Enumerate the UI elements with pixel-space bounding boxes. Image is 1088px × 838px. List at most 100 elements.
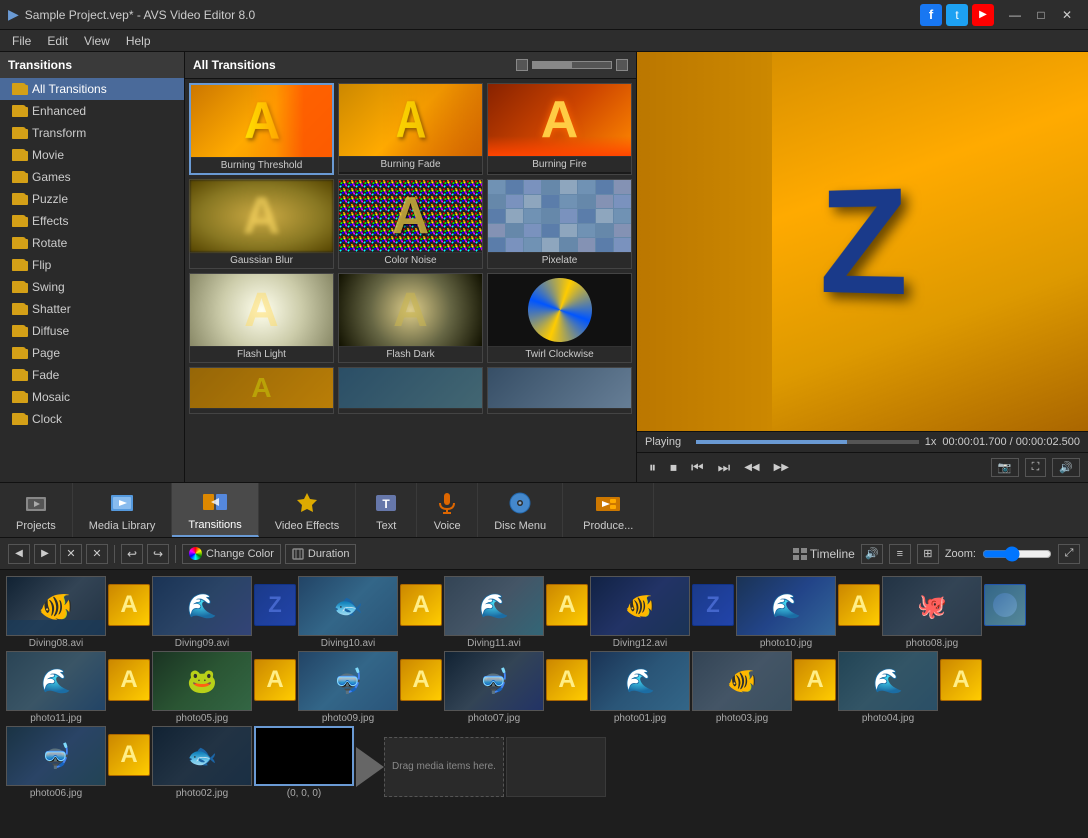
transition-flash-dark[interactable]: A Flash Dark: [338, 273, 483, 363]
transition-flash-light[interactable]: A Flash Light: [189, 273, 334, 363]
youtube-icon[interactable]: ▶: [972, 4, 994, 26]
menu-help[interactable]: Help: [118, 32, 159, 50]
snapshot-button[interactable]: 📷: [991, 458, 1019, 477]
close-button[interactable]: ✕: [1054, 2, 1080, 28]
minimize-button[interactable]: —: [1002, 2, 1028, 28]
change-color-button[interactable]: Change Color: [182, 544, 281, 564]
media-item-photo07[interactable]: 🤿 photo07.jpg: [444, 651, 544, 724]
nav-x-button[interactable]: ✕: [60, 544, 82, 564]
toolbar-media-library[interactable]: Media Library: [73, 483, 173, 537]
media-transition-14[interactable]: A: [108, 734, 150, 799]
media-item-photo02[interactable]: 🐟 photo02.jpg: [152, 726, 252, 799]
transitions-grid-scroll[interactable]: A Burning Threshold A Burning Fade: [185, 79, 636, 482]
sidebar-item-mosaic[interactable]: Mosaic: [0, 386, 184, 408]
view-mode-button[interactable]: ⊞: [917, 544, 939, 564]
frame-back-button[interactable]: ◀◀: [740, 457, 763, 478]
transition-extra-2[interactable]: [338, 367, 483, 414]
media-item-photo08[interactable]: 🐙 photo08.jpg: [882, 576, 982, 649]
toolbar-disc-menu[interactable]: Disc Menu: [478, 483, 563, 537]
menu-file[interactable]: File: [4, 32, 39, 50]
media-transition-3[interactable]: A: [400, 584, 442, 649]
transition-twirl-clockwise[interactable]: Twirl Clockwise: [487, 273, 632, 363]
media-item-photo03[interactable]: 🐠 photo03.jpg: [692, 651, 792, 724]
nav-fwd-button[interactable]: ▶: [34, 544, 56, 564]
media-item-photo04[interactable]: 🌊 photo04.jpg: [838, 651, 938, 724]
media-item-photo09[interactable]: 🤿 photo09.jpg: [298, 651, 398, 724]
zoom-slider-control[interactable]: [532, 61, 612, 69]
zoom-slider[interactable]: [982, 546, 1052, 562]
nav-del-button[interactable]: ✕: [86, 544, 108, 564]
media-transition-9[interactable]: A: [254, 659, 296, 724]
media-item-diving09[interactable]: 🌊 Diving09.avi: [152, 576, 252, 649]
view-large-icon[interactable]: [616, 59, 628, 71]
sidebar-item-all-transitions[interactable]: All Transitions: [0, 78, 184, 100]
sidebar-item-movie[interactable]: Movie: [0, 144, 184, 166]
sidebar-item-effects[interactable]: Effects: [0, 210, 184, 232]
menu-view[interactable]: View: [76, 32, 118, 50]
media-item-photo10[interactable]: 🌊 photo10.jpg: [736, 576, 836, 649]
transition-gaussian-blur[interactable]: A Gaussian Blur: [189, 179, 334, 269]
media-transition-12[interactable]: A: [794, 659, 836, 724]
sidebar-item-enhanced[interactable]: Enhanced: [0, 100, 184, 122]
nav-back-button[interactable]: ◀: [8, 544, 30, 564]
media-item-black[interactable]: (0, 0, 0): [254, 726, 354, 799]
media-transition-2[interactable]: Z: [254, 584, 296, 649]
sidebar-item-clock[interactable]: Clock: [0, 408, 184, 430]
stop-button[interactable]: ⏹: [666, 457, 681, 478]
media-item-photo01[interactable]: 🌊 photo01.jpg: [590, 651, 690, 724]
view-toggle-button[interactable]: ≡: [889, 544, 911, 564]
media-transition-11[interactable]: A: [546, 659, 588, 724]
sidebar-item-flip[interactable]: Flip: [0, 254, 184, 276]
menu-edit[interactable]: Edit: [39, 32, 76, 50]
media-transition-13[interactable]: A: [940, 659, 982, 724]
toolbar-transitions[interactable]: Transitions: [172, 483, 258, 537]
media-transition-7[interactable]: [984, 584, 1026, 649]
sidebar-item-rotate[interactable]: Rotate: [0, 232, 184, 254]
fullscreen-button[interactable]: ⛶: [1025, 458, 1047, 477]
toolbar-text[interactable]: T Text: [356, 483, 417, 537]
sidebar-item-games[interactable]: Games: [0, 166, 184, 188]
transition-color-noise[interactable]: A Color Noise: [338, 179, 483, 269]
media-item-photo05[interactable]: 🐸 photo05.jpg: [152, 651, 252, 724]
facebook-icon[interactable]: f: [920, 4, 942, 26]
view-small-icon[interactable]: [516, 59, 528, 71]
expand-button[interactable]: ⤢: [1058, 544, 1080, 564]
media-item-photo06[interactable]: 🤿 photo06.jpg: [6, 726, 106, 799]
sidebar-item-swing[interactable]: Swing: [0, 276, 184, 298]
transition-burning-fire[interactable]: A Burning Fire: [487, 83, 632, 175]
media-grid-area[interactable]: 🐠 Diving08.avi A 🌊 Diving09.avi: [0, 570, 1088, 828]
audio-button[interactable]: 🔊: [861, 544, 883, 564]
media-transition-5[interactable]: Z: [692, 584, 734, 649]
media-transition-6[interactable]: A: [838, 584, 880, 649]
sidebar-item-shatter[interactable]: Shatter: [0, 298, 184, 320]
next-frame-button[interactable]: ⏭: [714, 457, 735, 478]
media-item-diving10[interactable]: 🐟 Diving10.avi: [298, 576, 398, 649]
sidebar-item-puzzle[interactable]: Puzzle: [0, 188, 184, 210]
toolbar-produce[interactable]: Produce...: [563, 483, 654, 537]
frame-fwd-button[interactable]: ▶▶: [770, 457, 793, 478]
timeline-view-button[interactable]: Timeline: [793, 547, 855, 561]
transition-extra-3[interactable]: [487, 367, 632, 414]
toolbar-video-effects[interactable]: Video Effects: [259, 483, 356, 537]
pause-button[interactable]: ⏸: [645, 457, 660, 478]
twitter-icon[interactable]: t: [946, 4, 968, 26]
media-transition-1[interactable]: A: [108, 584, 150, 649]
sidebar-item-transform[interactable]: Transform: [0, 122, 184, 144]
sidebar-item-diffuse[interactable]: Diffuse: [0, 320, 184, 342]
media-transition-4[interactable]: A: [546, 584, 588, 649]
media-item-diving11[interactable]: 🌊 Diving11.avi: [444, 576, 544, 649]
media-transition-10[interactable]: A: [400, 659, 442, 724]
sidebar-item-page[interactable]: Page: [0, 342, 184, 364]
toolbar-projects[interactable]: Projects: [0, 483, 73, 537]
transition-pixelate[interactable]: Pixelate: [487, 179, 632, 269]
progress-bar[interactable]: [696, 440, 919, 444]
prev-frame-button[interactable]: ⏮: [687, 457, 708, 478]
transition-extra-1[interactable]: A: [189, 367, 334, 414]
transition-burning-fade[interactable]: A Burning Fade: [338, 83, 483, 175]
redo-button[interactable]: ↪: [147, 544, 169, 564]
maximize-button[interactable]: □: [1028, 2, 1054, 28]
toolbar-voice[interactable]: Voice: [417, 483, 478, 537]
media-item-diving12[interactable]: 🐠 Diving12.avi: [590, 576, 690, 649]
media-item-photo11[interactable]: 🌊 photo11.jpg: [6, 651, 106, 724]
duration-button[interactable]: Duration: [285, 544, 357, 564]
